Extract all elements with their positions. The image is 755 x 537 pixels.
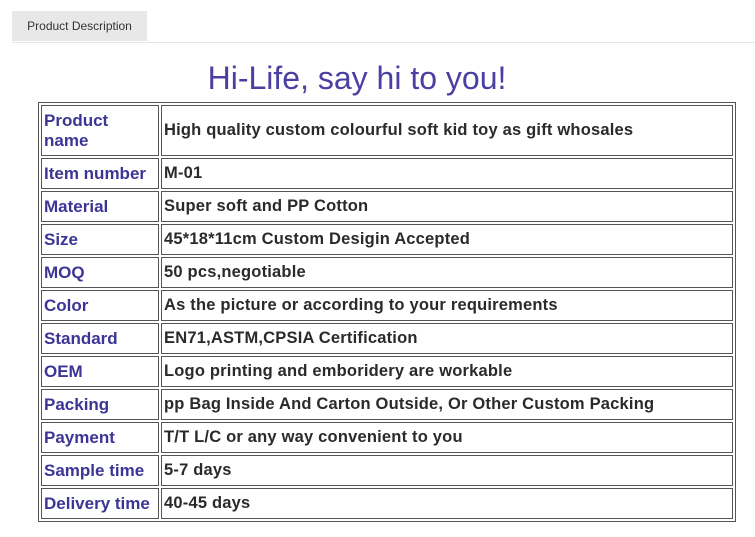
table-row: Product name High quality custom colourf… (41, 105, 733, 156)
spec-label: OEM (41, 356, 159, 387)
spec-value: EN71,ASTM,CPSIA Certification (161, 323, 733, 354)
spec-label: Delivery time (41, 488, 159, 519)
tab-product-description[interactable]: Product Description (12, 11, 147, 41)
product-spec-table: Product name High quality custom colourf… (38, 102, 736, 522)
spec-label: Size (41, 224, 159, 255)
spec-label: Standard (41, 323, 159, 354)
spec-value: 40-45 days (161, 488, 733, 519)
spec-value: 45*18*11cm Custom Desigin Accepted (161, 224, 733, 255)
spec-value: M-01 (161, 158, 733, 189)
tab-bar: Product Description (12, 0, 755, 43)
table-row: Payment T/T L/C or any way convenient to… (41, 422, 733, 453)
table-row: Sample time 5-7 days (41, 455, 733, 486)
spec-label: Sample time (41, 455, 159, 486)
spec-value: As the picture or according to your requ… (161, 290, 733, 321)
table-row: Material Super soft and PP Cotton (41, 191, 733, 222)
spec-value: 50 pcs,negotiable (161, 257, 733, 288)
spec-value: T/T L/C or any way convenient to you (161, 422, 733, 453)
spec-label: Packing (41, 389, 159, 420)
spec-value: High quality custom colourful soft kid t… (161, 105, 733, 156)
table-row: OEM Logo printing and emboridery are wor… (41, 356, 733, 387)
table-row: Delivery time 40-45 days (41, 488, 733, 519)
table-row: Size 45*18*11cm Custom Desigin Accepted (41, 224, 733, 255)
table-row: Color As the picture or according to you… (41, 290, 733, 321)
spec-label: Material (41, 191, 159, 222)
spec-label: MOQ (41, 257, 159, 288)
spec-value: 5-7 days (161, 455, 733, 486)
spec-label: Color (41, 290, 159, 321)
spec-label: Product name (41, 105, 159, 156)
spec-label: Payment (41, 422, 159, 453)
spec-value: pp Bag Inside And Carton Outside, Or Oth… (161, 389, 733, 420)
page-headline: Hi-Life, say hi to you! (207, 60, 507, 96)
table-row: Standard EN71,ASTM,CPSIA Certification (41, 323, 733, 354)
table-row: MOQ 50 pcs,negotiable (41, 257, 733, 288)
spec-value: Super soft and PP Cotton (161, 191, 733, 222)
spec-label: Item number (41, 158, 159, 189)
spec-value: Logo printing and emboridery are workabl… (161, 356, 733, 387)
table-row: Item number M-01 (41, 158, 733, 189)
table-row: Packing pp Bag Inside And Carton Outside… (41, 389, 733, 420)
